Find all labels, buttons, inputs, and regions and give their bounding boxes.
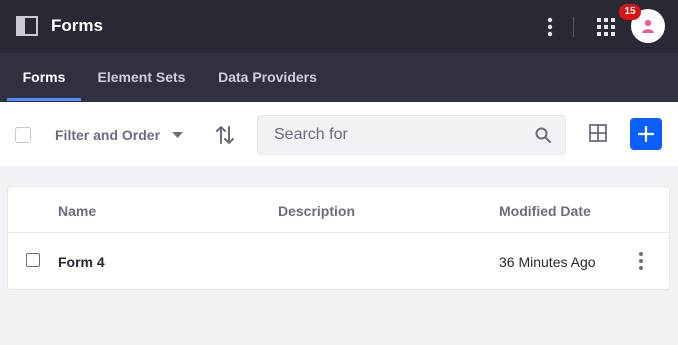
apps-grid-icon[interactable] (596, 17, 616, 37)
column-header-modified-date: Modified Date (499, 203, 591, 219)
forms-table: Name Description Modified Date Form 4 36… (7, 186, 670, 290)
nav-tabs: Forms Element Sets Data Providers (0, 53, 678, 102)
form-modified-date: 36 Minutes Ago (499, 254, 596, 270)
cards-view-icon[interactable] (589, 124, 607, 142)
tab-forms[interactable]: Forms (7, 53, 81, 102)
notification-badge[interactable]: 15 (619, 4, 641, 20)
add-form-button[interactable] (630, 118, 662, 150)
plus-icon (638, 126, 654, 142)
product-menu-icon[interactable] (16, 16, 38, 36)
kebab-icon[interactable] (539, 15, 561, 39)
management-toolbar: Filter and Order (0, 102, 678, 166)
column-header-name: Name (58, 203, 97, 219)
column-header-description: Description (278, 203, 356, 219)
tab-element-sets[interactable]: Element Sets (83, 53, 200, 102)
filter-and-order-label: Filter and Order (55, 127, 161, 143)
caret-down-icon (172, 132, 184, 138)
row-checkbox[interactable] (26, 253, 40, 267)
search-icon[interactable] (535, 127, 551, 143)
sort-icon[interactable] (214, 124, 236, 146)
page-title: Forms (51, 16, 103, 35)
table-row[interactable]: Form 4 36 Minutes Ago (8, 233, 669, 289)
row-actions-kebab-icon[interactable] (631, 249, 651, 273)
form-name-link[interactable]: Form 4 (58, 253, 105, 271)
tab-data-providers[interactable]: Data Providers (205, 53, 330, 102)
header-divider (573, 17, 574, 37)
app-header: Forms 15 (0, 0, 678, 53)
table-header: Name Description Modified Date (8, 187, 669, 233)
search-input[interactable] (258, 116, 528, 154)
user-icon (642, 19, 654, 33)
search-box (257, 115, 566, 155)
filter-and-order-dropdown[interactable]: Filter and Order (55, 124, 184, 146)
select-all-checkbox[interactable] (15, 127, 31, 143)
